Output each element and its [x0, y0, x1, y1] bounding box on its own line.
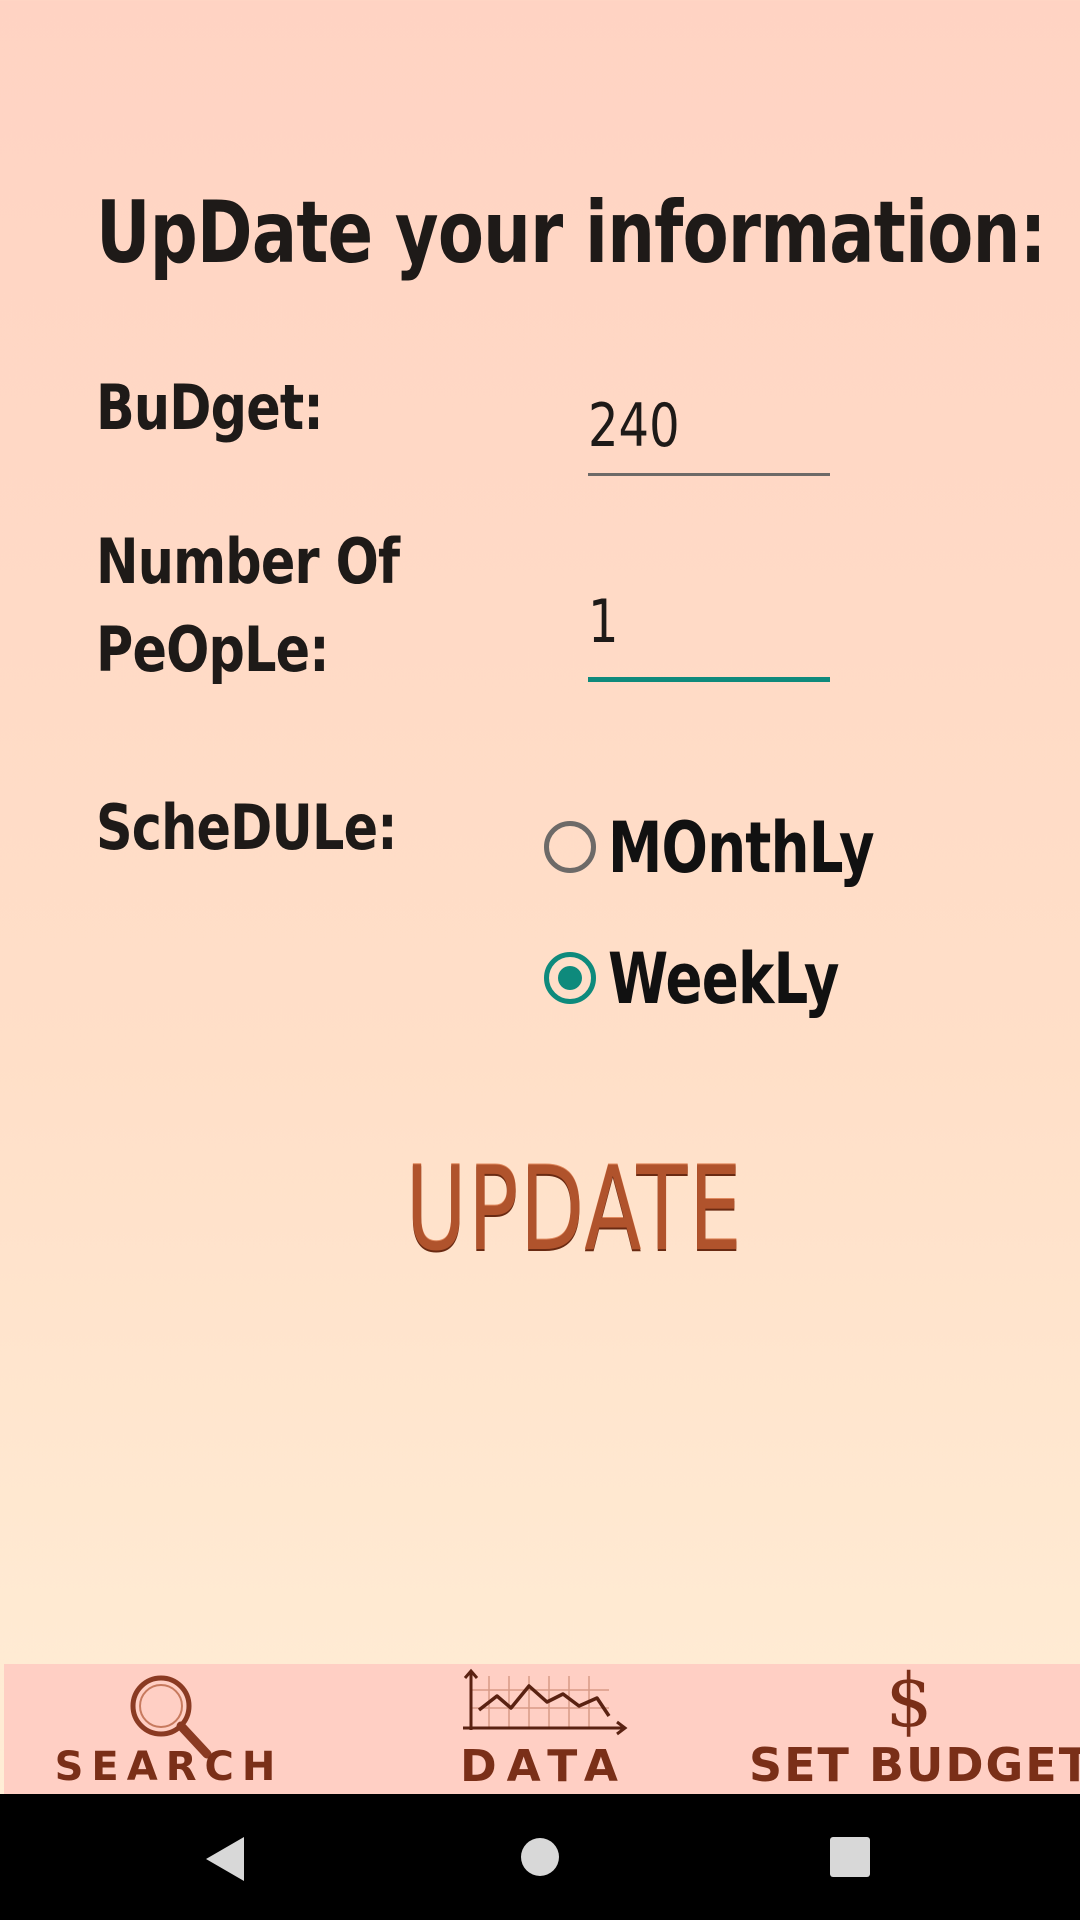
tab-set-budget-label: SET BUDGET — [749, 1738, 1080, 1792]
nav-home-button[interactable] — [480, 1794, 600, 1920]
radio-monthly[interactable]: MOnthLy — [540, 797, 920, 897]
radio-checked-icon[interactable] — [544, 952, 596, 1004]
update-button[interactable]: UPDATE — [340, 1140, 744, 1280]
people-label-line2: PeOpLe: — [96, 613, 330, 686]
home-circle-icon — [521, 1838, 559, 1876]
tab-set-budget[interactable]: $ SET BUDGET — [749, 1658, 1080, 1794]
people-input[interactable]: 1 — [588, 587, 830, 682]
tab-data-label: DATA — [460, 1741, 628, 1792]
dollar-icon: $ — [885, 1658, 933, 1744]
tab-search[interactable]: SEARCH — [44, 1664, 294, 1794]
page-title: UpDate your information: — [96, 183, 1046, 283]
budget-input[interactable]: 240 — [588, 384, 830, 476]
budget-label: BuDget: — [96, 371, 324, 444]
update-button-label: UPDATE — [405, 1142, 744, 1277]
budget-value: 240 — [588, 391, 680, 461]
radio-dot — [558, 966, 582, 990]
radio-weekly[interactable]: WeekLy — [540, 928, 920, 1028]
back-triangle-icon — [206, 1837, 244, 1881]
system-navigation-bar — [0, 1794, 1080, 1920]
people-label-line1: Number Of — [96, 525, 400, 598]
people-label: Number Of PeOpLe: — [96, 518, 400, 694]
radio-monthly-label: MOnthLy — [608, 807, 875, 889]
line-chart-icon — [463, 1668, 628, 1736]
schedule-label: ScheDULe: — [96, 791, 398, 864]
nav-back-button[interactable] — [166, 1794, 286, 1920]
tab-data[interactable]: DATA — [424, 1664, 664, 1794]
bottom-tab-bar: SEARCH DATA $ SET BUDGET — [4, 1664, 1080, 1794]
recents-square-icon — [830, 1837, 870, 1877]
people-value: 1 — [588, 587, 619, 657]
nav-recents-button[interactable] — [790, 1794, 910, 1920]
radio-weekly-label: WeekLy — [608, 938, 839, 1020]
radio-unchecked-icon[interactable] — [544, 821, 596, 873]
tab-search-label: SEARCH — [54, 1744, 284, 1790]
